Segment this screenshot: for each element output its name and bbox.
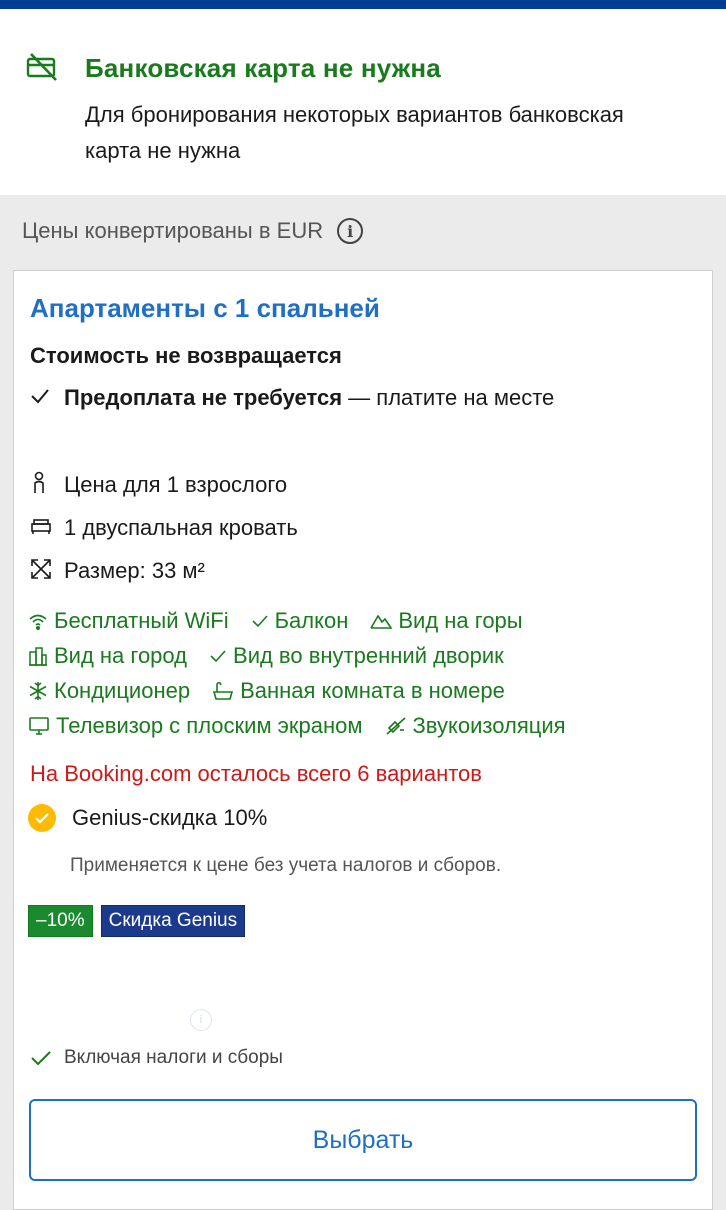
discount-badges: –10% Скидка Genius — [28, 905, 246, 937]
facility-soundproofing: Звукоизоляция — [412, 713, 566, 738]
facility-item: Балкон — [251, 603, 349, 638]
check-icon — [30, 381, 64, 411]
prepayment-rest: — платите на месте — [342, 385, 555, 410]
facilities-line: Кондиционер Ванная комната в номере — [28, 673, 708, 708]
facilities-line: Бесплатный WiFi Балкон Вид на горы — [28, 603, 708, 638]
facility-private-bath: Ванная комната в номере — [240, 678, 505, 703]
facility-item: Бесплатный WiFi — [28, 603, 229, 638]
taxes-text: Включая налоги и сборы — [64, 1047, 283, 1068]
check-icon — [210, 649, 226, 662]
room-card: Апартаменты с 1 спальней Стоимость не во… — [13, 270, 713, 1210]
tv-icon — [29, 716, 49, 735]
banner-text: Для бронирования некоторых вариантов бан… — [85, 102, 624, 163]
facility-balcony: Балкон — [274, 608, 349, 633]
info-icon[interactable]: i — [337, 218, 364, 244]
info-icon[interactable]: i — [190, 1009, 212, 1031]
occupancy-row: Цена для 1 взрослого — [30, 468, 287, 502]
check-icon — [31, 1051, 51, 1066]
facility-wifi: Бесплатный WiFi — [54, 608, 229, 633]
bed-icon — [30, 511, 64, 541]
cancellation-policy: Стоимость не возвращается — [30, 343, 342, 368]
person-icon — [30, 468, 64, 498]
facility-mountain-view: Вид на горы — [398, 608, 523, 633]
genius-discount-text: Genius-скидка 10% — [72, 805, 268, 830]
city-icon — [29, 646, 47, 666]
top-nav-bar — [0, 0, 726, 9]
resize-icon — [30, 554, 64, 584]
facility-item: Телевизор с плоским экраном — [28, 708, 363, 743]
facility-item: Звукоизоляция — [385, 708, 566, 743]
genius-badge: Скидка Genius — [100, 905, 246, 937]
facility-item: Вид на город — [28, 638, 187, 673]
size-row: Размер: 33 м² — [30, 554, 205, 588]
wifi-icon — [29, 614, 47, 630]
genius-note: Применяется к цене без учета налогов и с… — [70, 855, 502, 876]
bathtub-icon — [213, 681, 234, 700]
prepayment-row: Предоплата не требуется — платите на мес… — [30, 381, 570, 415]
bed-text: 1 двуспальная кровать — [64, 515, 298, 540]
bed-row: 1 двуспальная кровать — [30, 511, 298, 545]
facility-item: Кондиционер — [28, 673, 190, 708]
room-title[interactable]: Апартаменты с 1 спальней — [30, 293, 380, 324]
check-icon — [252, 614, 268, 627]
genius-discount-row: Genius-скидка 10% — [28, 804, 267, 832]
soundproof-icon — [385, 716, 406, 735]
facility-tv: Телевизор с плоским экраном — [56, 713, 363, 738]
facility-item: Вид во внутренний дворик — [209, 638, 504, 673]
facility-item: Ванная комната в номере — [212, 673, 505, 708]
currency-note-text: Цены конвертированы в EUR — [22, 218, 324, 243]
facility-city-view: Вид на город — [54, 643, 188, 668]
no-credit-card-icon — [26, 53, 57, 81]
size-text: Размер: 33 м² — [64, 558, 205, 583]
occupancy-text: Цена для 1 взрослого — [64, 472, 288, 497]
select-button[interactable]: Выбрать — [29, 1099, 697, 1181]
no-card-banner: Банковская карта не нужна Для бронирован… — [0, 9, 726, 195]
facilities-list: Бесплатный WiFi Балкон Вид на горы Вид н… — [28, 603, 708, 743]
facility-courtyard-view: Вид во внутренний дворик — [233, 643, 504, 668]
mountain-icon — [370, 613, 393, 629]
snowflake-icon — [29, 681, 47, 700]
discount-badge: –10% — [28, 905, 93, 937]
facilities-line: Телевизор с плоским экраном Звукоизоляци… — [28, 708, 708, 743]
availability-warning: На Booking.com осталось всего 6 варианто… — [30, 761, 482, 786]
facilities-line: Вид на город Вид во внутренний дворик — [28, 638, 708, 673]
facility-item: Вид на горы — [370, 603, 523, 638]
genius-check-icon — [28, 804, 56, 832]
facility-ac: Кондиционер — [54, 678, 191, 703]
banner-title: Банковская карта не нужна — [85, 53, 441, 83]
currency-note: Цены конвертированы в EUR i — [22, 218, 364, 244]
taxes-row: Включая налоги и сборы — [30, 1047, 283, 1069]
prepayment-bold: Предоплата не требуется — [64, 385, 343, 410]
